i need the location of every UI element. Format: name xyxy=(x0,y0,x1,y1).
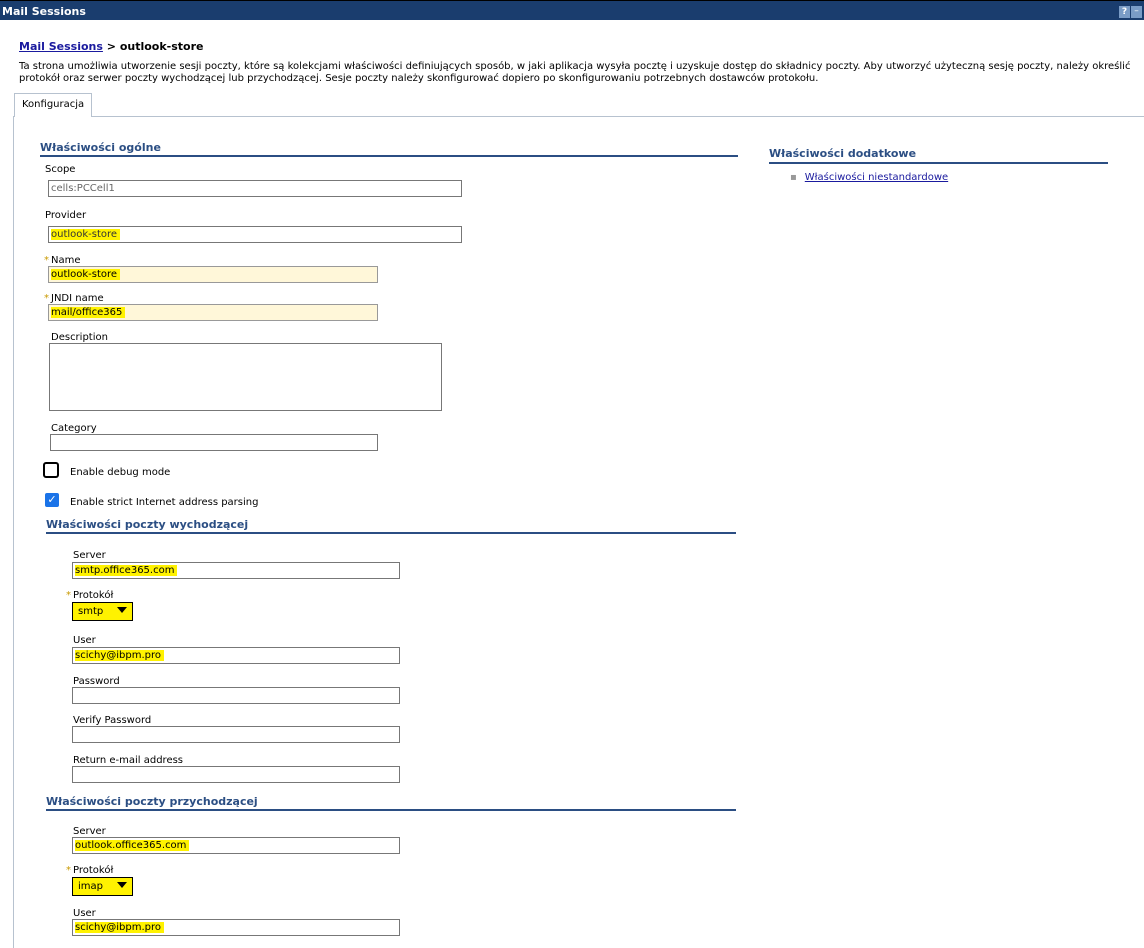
incoming-server-input[interactable]: outlook.office365.com xyxy=(72,837,400,854)
outgoing-user-value: scichy@ibpm.pro xyxy=(75,650,164,661)
jndi-value: mail/office365 xyxy=(51,307,126,318)
name-label: * Name xyxy=(44,255,81,266)
provider-label: Provider xyxy=(45,210,87,221)
name-label-text: Name xyxy=(51,255,81,266)
debug-mode-checkbox[interactable] xyxy=(43,462,59,478)
provider-field: outlook-store xyxy=(48,226,462,243)
incoming-user-input[interactable]: scichy@ibpm.pro xyxy=(72,919,400,936)
window-titlebar: Mail Sessions ? – xyxy=(0,0,1144,20)
required-icon: * xyxy=(66,865,71,876)
window-title: Mail Sessions xyxy=(2,5,86,18)
outgoing-protocol-label: * Protokół xyxy=(66,590,113,601)
incoming-user-value: scichy@ibpm.pro xyxy=(75,922,164,933)
breadcrumb-current: outlook-store xyxy=(119,40,204,53)
section-general-properties: Właściwości ogólne xyxy=(40,141,738,157)
section-additional-properties: Właściwości dodatkowe xyxy=(769,147,1108,164)
incoming-protocol-label: * Protokół xyxy=(66,865,113,876)
outgoing-server-input[interactable]: smtp.office365.com xyxy=(72,562,400,579)
section-incoming-mail: Właściwości poczty przychodzącej xyxy=(46,795,736,811)
outgoing-server-label: Server xyxy=(73,550,106,561)
name-input[interactable]: outlook-store xyxy=(48,266,378,283)
outgoing-user-input[interactable]: scichy@ibpm.pro xyxy=(72,647,400,664)
incoming-server-label: Server xyxy=(73,826,106,837)
chevron-down-icon xyxy=(117,607,127,613)
outgoing-protocol-label-text: Protokół xyxy=(73,590,114,601)
verify-password-label: Verify Password xyxy=(73,715,152,726)
return-email-label: Return e-mail address xyxy=(73,755,184,766)
password-input[interactable] xyxy=(72,687,400,704)
help-icon[interactable]: ? xyxy=(1119,6,1130,18)
strict-parsing-checkbox[interactable]: ✓ xyxy=(45,493,59,507)
required-icon: * xyxy=(44,293,49,304)
description-textarea[interactable] xyxy=(49,343,442,411)
incoming-protocol-label-text: Protokół xyxy=(73,865,114,876)
category-label: Category xyxy=(51,423,97,434)
category-input[interactable] xyxy=(50,434,378,451)
page-description: Ta strona umożliwia utworzenie sesji poc… xyxy=(19,61,1131,84)
jndi-name-input[interactable]: mail/office365 xyxy=(48,304,378,321)
bullet-icon: ▪ xyxy=(790,172,797,183)
breadcrumb-link-mail-sessions[interactable]: Mail Sessions xyxy=(19,40,103,53)
incoming-server-value: outlook.office365.com xyxy=(75,840,190,851)
panel-border xyxy=(13,116,14,948)
verify-password-input[interactable] xyxy=(72,726,400,743)
required-icon: * xyxy=(44,255,49,266)
breadcrumb-separator: > xyxy=(102,40,120,53)
custom-properties-link[interactable]: Właściwości niestandardowe xyxy=(805,172,948,183)
scope-field: cells:PCCell1 xyxy=(48,180,462,197)
tab-configuration[interactable]: Konfiguracja xyxy=(14,93,93,117)
outgoing-user-label: User xyxy=(73,635,96,646)
chevron-down-icon xyxy=(117,882,127,888)
incoming-user-label: User xyxy=(73,908,96,919)
required-icon: * xyxy=(66,590,71,601)
minimize-icon[interactable]: – xyxy=(1131,6,1142,18)
strict-parsing-label: Enable strict Internet address parsing xyxy=(70,497,259,508)
return-email-input[interactable] xyxy=(72,766,400,783)
tab-divider xyxy=(13,116,1144,117)
jndi-label: * JNDI name xyxy=(44,293,104,304)
provider-value: outlook-store xyxy=(51,229,121,240)
outgoing-server-value: smtp.office365.com xyxy=(75,565,178,576)
description-label: Description xyxy=(51,332,108,343)
incoming-protocol-value: imap xyxy=(78,881,103,892)
name-value: outlook-store xyxy=(51,269,121,280)
incoming-protocol-select[interactable]: imap xyxy=(72,877,133,896)
breadcrumb: Mail Sessions > outlook-store xyxy=(19,40,204,53)
jndi-label-text: JNDI name xyxy=(51,293,104,304)
scope-label: Scope xyxy=(45,164,76,175)
section-outgoing-mail: Właściwości poczty wychodzącej xyxy=(46,518,736,534)
password-label: Password xyxy=(73,676,120,687)
outgoing-protocol-select[interactable]: smtp xyxy=(72,602,133,621)
outgoing-protocol-value: smtp xyxy=(78,606,104,617)
additional-link-item: ▪ Właściwości niestandardowe xyxy=(790,172,948,183)
debug-mode-label: Enable debug mode xyxy=(70,467,171,478)
